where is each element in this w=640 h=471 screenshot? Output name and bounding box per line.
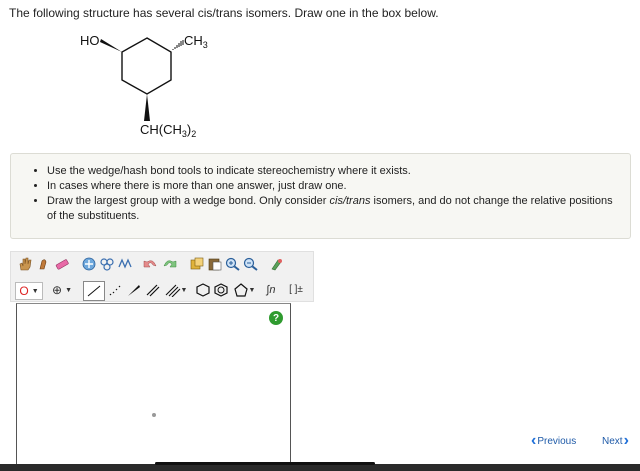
chevron-down-icon: ▼ — [248, 286, 256, 294]
pentagon-ring-select[interactable]: ▼ — [231, 282, 257, 298]
undo-icon[interactable] — [143, 256, 159, 272]
hexagon-ring-tool[interactable] — [195, 282, 211, 298]
previous-label: Previous — [537, 435, 577, 447]
ho-label: HO — [80, 33, 100, 48]
template-tool-icon[interactable] — [81, 256, 97, 272]
lasso-tool-icon[interactable] — [35, 256, 51, 272]
instruction-item-emphasis: Draw the largest group with a wedge bond… — [47, 194, 618, 224]
svg-text:CH(CH3)2: CH(CH3)2 — [140, 122, 196, 139]
double-bond-tool[interactable] — [144, 282, 162, 298]
hash-bond-icon — [109, 285, 121, 296]
single-bond-icon — [87, 285, 101, 297]
atom-select[interactable]: O ▼ — [15, 282, 43, 300]
next-label: Next — [602, 435, 623, 447]
ch3-subscript: 3 — [203, 40, 208, 50]
double-bond-icon — [146, 284, 160, 297]
repeat-unit-tool[interactable]: ∫n — [261, 282, 281, 298]
instruction-item: In cases where there is more than one an… — [47, 179, 618, 194]
isopropyl-subscript-2: 2 — [191, 129, 196, 139]
wedge-bond-tool[interactable] — [125, 282, 143, 298]
repeat-unit-label: ∫n — [266, 283, 276, 296]
cyclohexane-ring — [121, 37, 172, 95]
chevron-left-icon: ‹ — [531, 432, 537, 449]
svg-text:CH3: CH3 — [184, 33, 208, 50]
pentagon-icon — [233, 283, 248, 297]
emphasis-text: cis/trans — [329, 195, 371, 207]
previous-button[interactable]: ‹ Previous — [531, 432, 577, 449]
question-text: The following structure has several cis/… — [9, 6, 439, 20]
drawing-canvas[interactable] — [16, 303, 291, 468]
benzene-icon — [214, 283, 228, 297]
instructions-box: Use the wedge/hash bond tools to indicat… — [10, 153, 631, 239]
drawing-toolbar: O ▼ ⊕ ▼ ▼ ▼ ∫n [ ]± — [10, 251, 314, 302]
ch3-label: CH — [184, 33, 203, 48]
instruction-item: Use the wedge/hash bond tools to indicat… — [47, 164, 618, 179]
triple-bond-select[interactable]: ▼ — [163, 282, 189, 298]
zoom-in-icon[interactable] — [225, 256, 241, 272]
paste-icon[interactable] — [207, 256, 223, 272]
bottom-bar — [0, 464, 640, 471]
chain-template-icon[interactable] — [117, 256, 133, 272]
hexagon-icon — [196, 283, 210, 297]
chevron-down-icon: ▼ — [65, 286, 72, 294]
instruction-text: Draw the largest group with a wedge bond… — [47, 195, 613, 222]
wedge-bond-icon — [128, 285, 140, 296]
zoom-out-icon[interactable] — [243, 256, 259, 272]
molecule-structure: HO CH3 CH(CH3)2 — [80, 33, 208, 139]
isopropyl-label: CH(CH — [140, 122, 182, 137]
benzene-ring-tool[interactable] — [213, 282, 229, 298]
scrollbar-thumb[interactable] — [155, 462, 375, 465]
chevron-down-icon: ▼ — [31, 287, 39, 295]
next-button[interactable]: Next › — [602, 432, 629, 449]
help-button[interactable]: ? — [269, 311, 283, 325]
bracket-tool[interactable]: [ ]± — [285, 282, 307, 298]
canvas-center-dot — [152, 413, 156, 417]
instructions-list: Use the wedge/hash bond tools to indicat… — [11, 154, 630, 224]
hash-bond-tool[interactable] — [106, 282, 124, 298]
single-bond-tool[interactable] — [83, 281, 105, 301]
atom-select-value: O — [19, 284, 29, 298]
chevron-down-icon: ▼ — [180, 286, 188, 294]
hand-tool-icon[interactable] — [17, 256, 33, 272]
clean-structure-icon[interactable] — [269, 256, 285, 272]
ring-template-icon[interactable] — [99, 256, 115, 272]
eraser-tool-icon[interactable] — [53, 256, 71, 272]
chevron-right-icon: › — [623, 432, 629, 449]
wedge-bond-ho — [100, 39, 122, 52]
wedge-bond-isopropyl — [144, 94, 150, 121]
hash-bond-ch3 — [172, 40, 184, 50]
charge-label: ⊕ — [52, 283, 63, 297]
copy-icon[interactable] — [189, 256, 205, 272]
charge-select[interactable]: ⊕ ▼ — [49, 282, 75, 298]
bracket-label: [ ]± — [289, 284, 303, 295]
redo-icon[interactable] — [161, 256, 177, 272]
triple-bond-icon — [165, 284, 180, 297]
